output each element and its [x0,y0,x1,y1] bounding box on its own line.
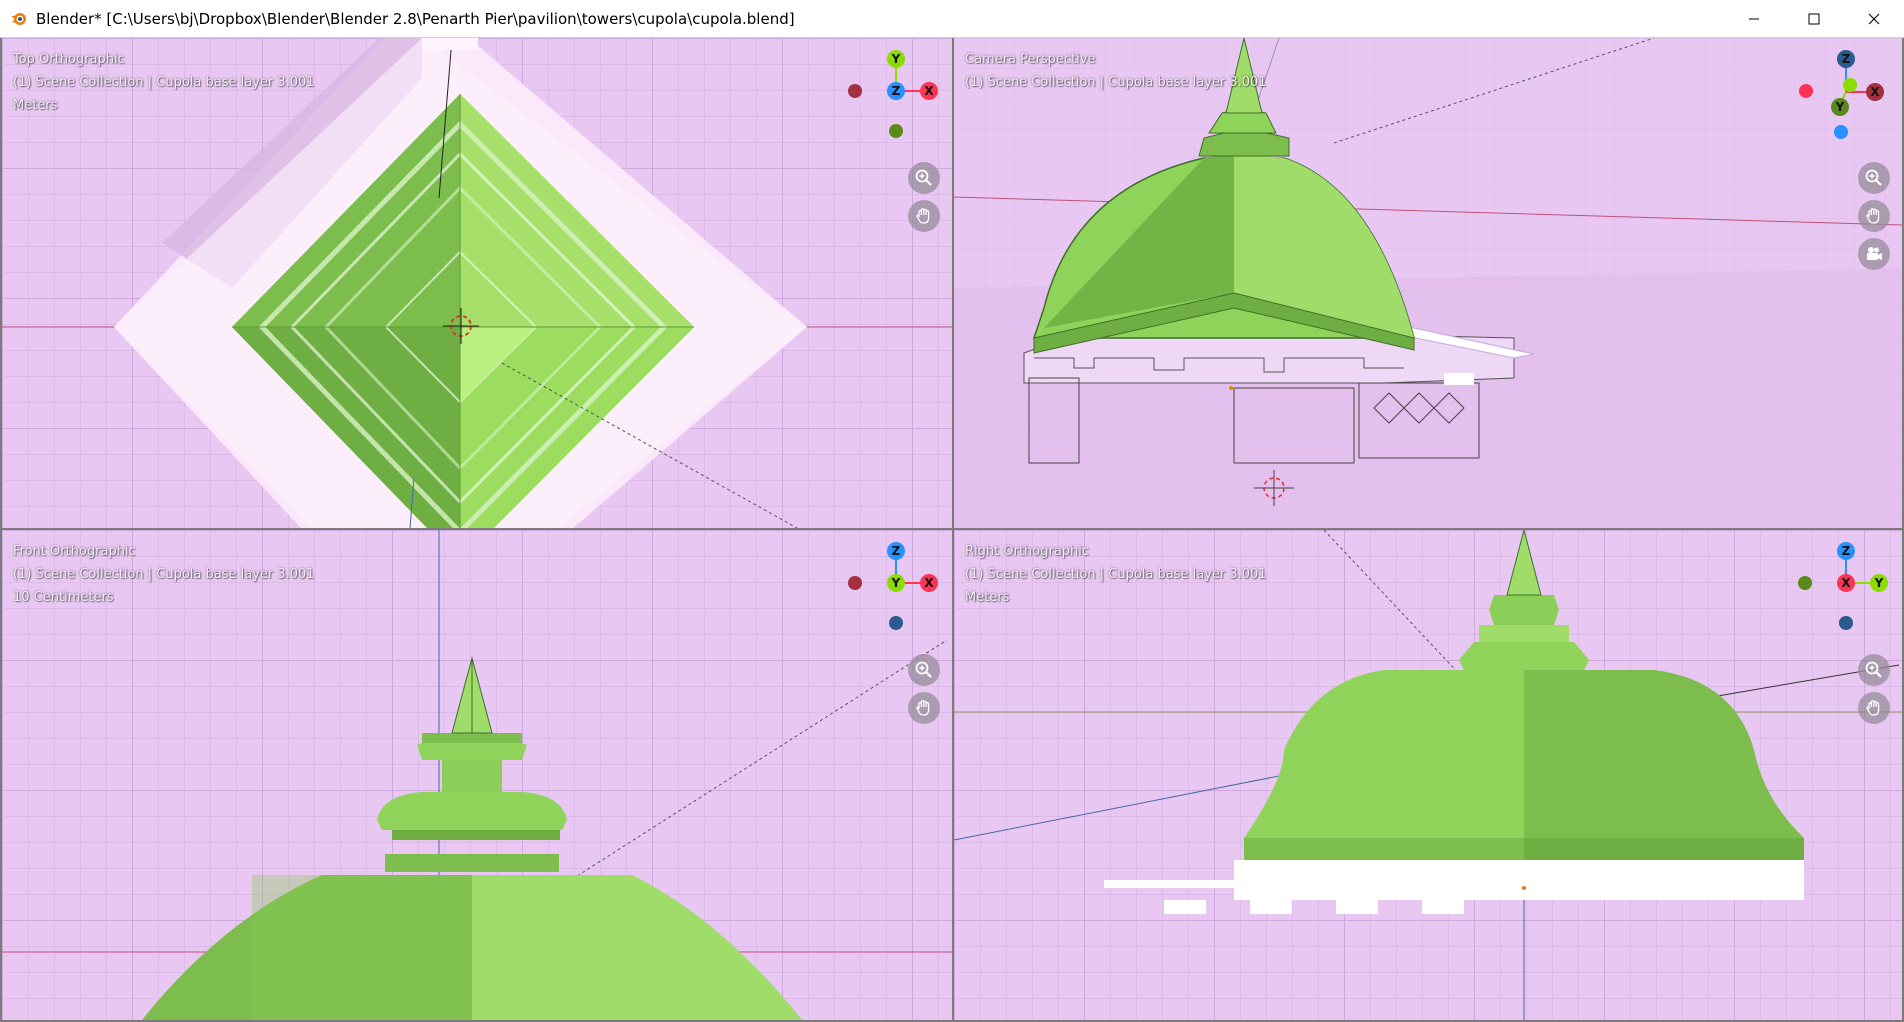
gizmo-x-axis[interactable]: X [1837,574,1855,592]
units-label: Meters [965,590,1010,605]
viewport-info-overlay: Top Orthographic (1) Scene Collection | … [13,48,315,117]
viewport-front-orthographic[interactable]: Front Orthographic (1) Scene Collection … [2,530,952,1020]
viewport-camera-perspective[interactable]: Camera Perspective (1) Scene Collection … [954,38,1902,528]
gizmo-x-axis[interactable]: X [920,574,938,592]
navigation-gizmo[interactable]: Y Z X [846,46,946,146]
pan-hand-icon[interactable] [1858,692,1890,724]
gizmo-neg-y-axis[interactable] [889,124,903,138]
navigation-gizmo[interactable]: Z Y X [846,538,946,638]
pan-hand-icon[interactable] [908,692,940,724]
gizmo-z-axis[interactable]: Z [1837,50,1855,68]
view-name-label: Front Orthographic [13,544,136,559]
gizmo-neg-x-axis[interactable] [1799,84,1813,98]
viewport-info-overlay: Right Orthographic (1) Scene Collection … [965,540,1267,609]
camera-view-scene [954,38,1902,528]
gizmo-neg-z-axis[interactable] [1839,616,1853,630]
viewport-area: Top Orthographic (1) Scene Collection | … [0,38,1904,1022]
window-title: Blender* [C:\Users\bj\Dropbox\Blender\Bl… [36,9,795,28]
units-label: 10 Centimeters [13,590,114,605]
viewport-info-overlay: Front Orthographic (1) Scene Collection … [13,540,315,609]
gizmo-z-axis[interactable]: Z [1837,542,1855,560]
gizmo-y-axis[interactable]: Y [1870,574,1888,592]
window-titlebar: Blender* [C:\Users\bj\Dropbox\Blender\Bl… [0,0,1904,38]
gizmo-z-axis[interactable]: Z [887,82,905,100]
gizmo-x-axis[interactable]: X [920,82,938,100]
viewport-info-overlay: Camera Perspective (1) Scene Collection … [965,48,1267,94]
gizmo-neg-z-axis[interactable] [889,616,903,630]
collection-label: (1) Scene Collection | Cupola base layer… [13,75,315,90]
collection-label: (1) Scene Collection | Cupola base layer… [965,75,1267,90]
gizmo-neg-y-axis[interactable] [1798,576,1812,590]
zoom-icon[interactable] [908,162,940,194]
pan-hand-icon[interactable] [1858,200,1890,232]
gizmo-y-axis[interactable]: Y [887,574,905,592]
view-name-label: Camera Perspective [965,52,1096,67]
close-button[interactable] [1844,0,1904,38]
collection-label: (1) Scene Collection | Cupola base layer… [13,567,315,582]
gizmo-neg-x-axis[interactable] [848,84,862,98]
gizmo-neg-z-axis[interactable] [1834,125,1848,139]
view-name-label: Top Orthographic [13,52,125,67]
view-name-label: Right Orthographic [965,544,1090,559]
maximize-button[interactable] [1784,0,1844,38]
navigation-gizmo[interactable]: Z X Y [1796,538,1896,638]
viewport-top-orthographic[interactable]: Top Orthographic (1) Scene Collection | … [2,38,952,528]
gizmo-z-axis[interactable]: Z [887,542,905,560]
gizmo-y-axis[interactable]: Y [1831,98,1849,116]
gizmo-neg-y-axis[interactable] [1843,78,1857,92]
navigation-gizmo[interactable]: Z Y X [1796,46,1896,146]
zoom-icon[interactable] [908,654,940,686]
units-label: Meters [13,98,58,113]
viewport-right-orthographic[interactable]: Right Orthographic (1) Scene Collection … [954,530,1902,1020]
gizmo-neg-x-axis[interactable] [848,576,862,590]
pan-hand-icon[interactable] [908,200,940,232]
camera-icon[interactable] [1858,238,1890,270]
gizmo-x-axis[interactable]: X [1866,83,1884,101]
zoom-icon[interactable] [1858,654,1890,686]
collection-label: (1) Scene Collection | Cupola base layer… [965,567,1267,582]
gizmo-y-axis[interactable]: Y [887,50,905,68]
blender-logo-icon [10,10,28,28]
minimize-button[interactable] [1724,0,1784,38]
zoom-icon[interactable] [1858,162,1890,194]
